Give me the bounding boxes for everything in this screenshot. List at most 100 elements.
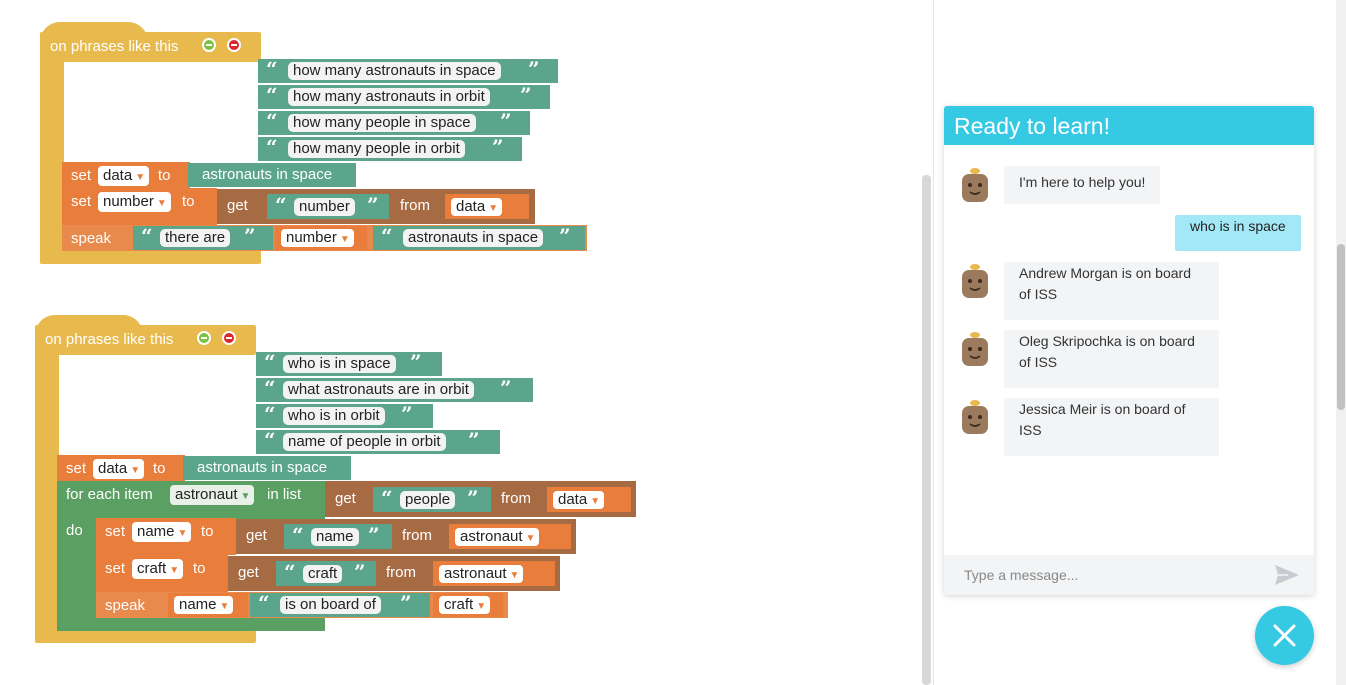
example-text[interactable]: how many astronauts in orbit <box>288 88 490 106</box>
key-text-block[interactable]: “ people ” <box>373 487 491 512</box>
variable-dropdown[interactable]: name ▼ <box>174 596 234 614</box>
example-text-block[interactable]: “ how many astronauts in orbit ” <box>258 85 550 109</box>
close-quote: ” <box>354 560 366 584</box>
chat-bubble: Jessica Meir is on board of ISS <box>1004 398 1219 456</box>
variable-dropdown[interactable]: data ▼ <box>93 459 145 479</box>
get-from-block[interactable]: get “ people ” from data ▼ <box>325 481 636 517</box>
blocks-workspace[interactable]: on phrases like this example “ how many … <box>0 0 934 685</box>
variable-name: astronaut <box>175 486 238 503</box>
variable-dropdown[interactable]: number ▼ <box>98 192 171 212</box>
example-text[interactable]: how many people in space <box>288 114 476 132</box>
speak-text[interactable]: is on board of <box>280 596 381 614</box>
example-text[interactable]: name of people in orbit <box>283 433 446 451</box>
variable-dropdown[interactable]: astronaut ▼ <box>170 485 255 505</box>
variable-dropdown[interactable]: craft ▼ <box>439 596 491 614</box>
variable-name: data <box>456 198 486 215</box>
block2-header: on phrases like this <box>45 331 174 348</box>
key-text[interactable]: people <box>400 491 456 509</box>
variable-block[interactable]: astronaut ▼ <box>449 524 571 549</box>
set-label: set <box>105 560 126 577</box>
example-text[interactable]: how many astronauts in space <box>288 62 501 80</box>
add-icon[interactable] <box>197 331 211 345</box>
speak-text-block[interactable]: “ astronauts in space ” <box>373 226 585 250</box>
key-text-block[interactable]: “ number ” <box>267 194 389 219</box>
key-text[interactable]: craft <box>303 565 343 583</box>
example-text-block[interactable]: “ how many astronauts in space ” <box>258 59 558 83</box>
page-scrollbar[interactable] <box>1336 0 1346 685</box>
example-label: example <box>179 89 236 106</box>
open-quote: “ <box>266 83 278 107</box>
speak-label: speak <box>105 597 146 614</box>
chat-bubble: who is in space <box>1175 215 1301 251</box>
open-quote: “ <box>264 428 276 452</box>
chevron-down-icon: ▼ <box>509 570 520 581</box>
variable-name: data <box>558 491 588 508</box>
get-from-block[interactable]: get “ number ” from data ▼ <box>217 189 535 224</box>
variable-name: astronaut <box>460 528 523 545</box>
send-icon[interactable] <box>1274 564 1300 586</box>
variable-dropdown[interactable]: data ▼ <box>451 198 503 216</box>
chat-window: Ready to learn! I'm here to help you! wh… <box>944 106 1314 595</box>
example-text-block[interactable]: “ how many people in space ” <box>258 111 530 135</box>
chevron-down-icon: ▼ <box>590 496 601 507</box>
variable-block[interactable]: craft ▼ <box>433 593 503 617</box>
from-label: from <box>501 490 531 507</box>
open-quote: “ <box>264 376 276 400</box>
example-text-block[interactable]: “ who is in orbit ” <box>256 404 433 428</box>
speak-text[interactable]: there are <box>160 229 231 247</box>
variable-block[interactable]: number ▼ <box>275 226 367 250</box>
close-quote: ” <box>492 135 504 159</box>
chevron-down-icon: ▼ <box>156 198 167 209</box>
close-quote: ” <box>528 57 540 81</box>
remove-icon[interactable] <box>227 38 241 52</box>
variable-block[interactable]: name ▼ <box>168 593 248 617</box>
example-text[interactable]: who is in orbit <box>283 407 385 425</box>
chevron-down-icon: ▼ <box>488 203 499 214</box>
example-text[interactable]: who is in space <box>283 355 396 373</box>
chat-bubble: I'm here to help you! <box>1004 166 1161 204</box>
variable-name: craft <box>137 560 167 577</box>
message-input[interactable] <box>964 565 1264 585</box>
close-quote: ” <box>500 376 512 400</box>
variable-block[interactable]: data ▼ <box>445 194 529 219</box>
get-from-block[interactable]: get “ name ” from astronaut ▼ <box>236 519 576 554</box>
api-block[interactable]: astronauts in space <box>188 163 356 187</box>
example-text-block[interactable]: “ how many people in orbit ” <box>258 137 522 161</box>
to-label: to <box>182 193 195 210</box>
example-text[interactable]: what astronauts are in orbit <box>283 381 474 399</box>
speak-text[interactable]: astronauts in space <box>403 229 544 247</box>
variable-dropdown[interactable]: astronaut ▼ <box>439 565 524 583</box>
open-quote: “ <box>258 591 270 615</box>
api-block[interactable]: astronauts in space <box>183 456 351 480</box>
open-quote: “ <box>275 193 287 217</box>
speak-text-block[interactable]: “ there are ” <box>133 226 273 250</box>
page-scrollbar-thumb[interactable] <box>1337 244 1345 410</box>
chevron-down-icon: ▼ <box>135 172 146 183</box>
key-text-block[interactable]: “ name ” <box>284 524 392 549</box>
variable-dropdown[interactable]: craft ▼ <box>132 559 184 579</box>
close-chat-button[interactable] <box>1255 606 1314 665</box>
key-text-block[interactable]: “ craft ” <box>276 561 376 586</box>
variable-dropdown[interactable]: data ▼ <box>553 491 605 509</box>
example-text[interactable]: how many people in orbit <box>288 140 465 158</box>
workspace-scrollbar[interactable] <box>922 175 931 685</box>
variable-dropdown[interactable]: name ▼ <box>132 522 192 542</box>
add-icon[interactable] <box>202 38 216 52</box>
variable-dropdown[interactable]: data ▼ <box>98 166 150 186</box>
chevron-down-icon: ▼ <box>219 601 230 612</box>
variable-dropdown[interactable]: number ▼ <box>281 229 354 247</box>
speak-text-block[interactable]: “ is on board of ” <box>250 593 430 617</box>
example-text-block[interactable]: “ what astronauts are in orbit ” <box>256 378 533 402</box>
example-text-block[interactable]: “ who is in space ” <box>256 352 442 376</box>
get-from-block[interactable]: get “ craft ” from astronaut ▼ <box>228 556 560 591</box>
for-each-label: for each item <box>66 486 153 503</box>
variable-block[interactable]: astronaut ▼ <box>433 561 555 586</box>
example-text-block[interactable]: “ name of people in orbit ” <box>256 430 500 454</box>
key-text[interactable]: name <box>311 528 359 546</box>
variable-dropdown[interactable]: astronaut ▼ <box>455 528 540 546</box>
key-text[interactable]: number <box>294 198 355 216</box>
example-label: example <box>174 382 231 399</box>
api-name: astronauts in space <box>202 166 333 183</box>
remove-icon[interactable] <box>222 331 236 345</box>
variable-block[interactable]: data ▼ <box>547 487 631 512</box>
